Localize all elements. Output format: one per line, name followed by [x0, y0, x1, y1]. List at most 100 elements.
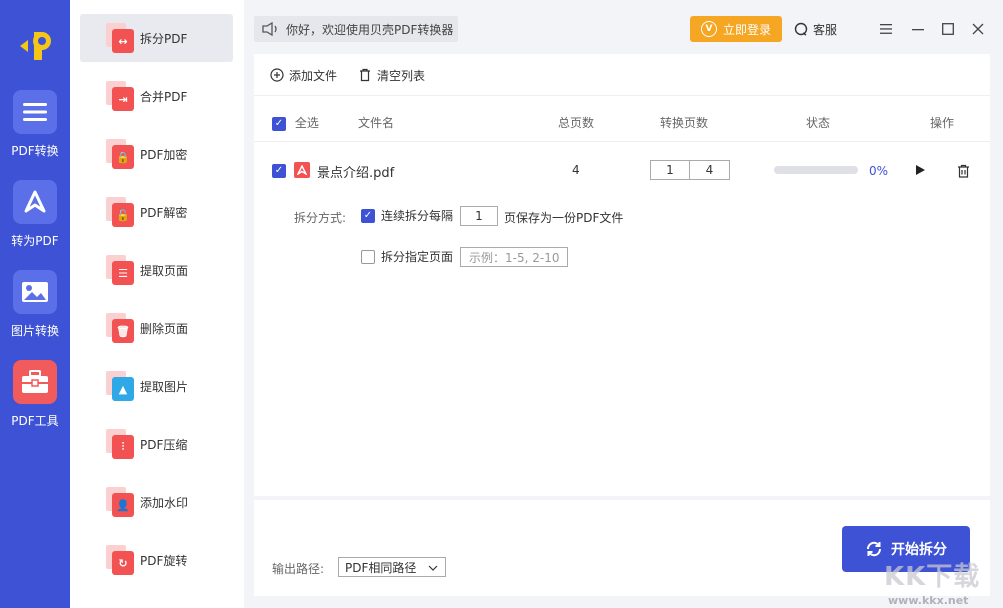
rail-item-label: 转为PDF [11, 234, 59, 248]
delete-file-button[interactable] [957, 164, 970, 181]
tool-extract-pages[interactable]: ☰ 提取页面 [80, 246, 233, 294]
left-rail: PDF转换 转为PDF 图片转换 PDF工具 [0, 0, 70, 608]
progress-bar [774, 166, 858, 174]
rail-item-pdf-tools[interactable]: PDF工具 [0, 360, 70, 444]
close-button[interactable] [966, 16, 990, 42]
play-button[interactable] [914, 164, 926, 179]
maximize-button[interactable] [936, 16, 960, 42]
clear-list-button[interactable]: 清空列表 [358, 66, 425, 84]
add-file-button[interactable]: 添加文件 [270, 66, 337, 84]
trash-icon [958, 164, 969, 178]
output-path-select[interactable]: PDF相同路径 [338, 557, 446, 577]
trash-icon [360, 68, 370, 82]
page-to-input[interactable]: 4 [689, 160, 730, 180]
play-icon [916, 165, 925, 175]
check-icon: ✓ [272, 163, 286, 178]
rail-item-image-convert[interactable]: 图片转换 [0, 270, 70, 354]
watermark-url: www.kkx.net [888, 594, 969, 607]
top-bar: 你好，欢迎使用贝壳PDF转换器 V 立即登录 客服 [254, 16, 990, 42]
progress-percent: 0% [869, 164, 889, 178]
tool-label: 合并PDF [140, 89, 188, 104]
table-row: ✓ 景点介绍.pdf 4 1 4 0% [254, 150, 990, 190]
split-option-specific[interactable]: 拆分指定页面 [361, 248, 453, 265]
tool-compress-pdf[interactable]: ⫶ PDF压缩 [80, 420, 233, 468]
select-all-checkbox[interactable]: ✓ 全选 [272, 114, 319, 131]
trash-icon: 🗑 [106, 313, 136, 343]
image-icon [13, 270, 57, 314]
login-button[interactable]: V 立即登录 [690, 16, 782, 42]
file-toolbar: 添加文件 清空列表 [254, 54, 990, 96]
minimize-button[interactable] [906, 16, 930, 42]
split-option-specific-label: 拆分指定页面 [381, 250, 454, 264]
vip-icon: V [700, 21, 717, 37]
rotate-icon: ↻ [106, 545, 136, 575]
welcome-text: 你好，欢迎使用贝壳PDF转换器 [286, 22, 454, 37]
tool-label: PDF压缩 [140, 437, 188, 452]
site-watermark: KK下载 www.kkx.net [860, 548, 1003, 608]
tool-extract-images[interactable]: ▲ 提取图片 [80, 362, 233, 410]
welcome-notice: 你好，欢迎使用贝壳PDF转换器 [254, 16, 458, 42]
close-icon [972, 23, 984, 35]
tool-label: 删除页面 [140, 321, 189, 336]
header-actions: 操作 [930, 116, 955, 130]
minimize-icon [912, 29, 924, 31]
pdf-symbol-icon [13, 180, 57, 224]
hamburger-icon [880, 24, 892, 34]
tool-rotate-pdf[interactable]: ↻ PDF旋转 [80, 536, 233, 584]
tool-label: PDF加密 [140, 147, 188, 162]
tool-merge-pdf[interactable]: ⇥ 合并PDF [80, 72, 233, 120]
watermark-text: KK下载 [884, 562, 981, 592]
unlock-icon: 🔓 [106, 197, 136, 227]
split-icon: ↔ [106, 23, 136, 53]
tool-label: PDF旋转 [140, 553, 188, 568]
pdf-file-icon [294, 162, 310, 178]
rail-item-label: PDF工具 [11, 414, 59, 428]
tool-label: 拆分PDF [140, 31, 188, 46]
menu-button[interactable] [874, 16, 898, 42]
split-option-continuous-suffix: 页保存为一份PDF文件 [504, 211, 624, 225]
header-total-pages: 总页数 [558, 116, 595, 130]
clear-list-label: 清空列表 [377, 68, 426, 83]
rail-item-to-pdf[interactable]: 转为PDF [0, 180, 70, 264]
login-label: 立即登录 [722, 22, 771, 37]
rail-item-pdf-convert[interactable]: PDF转换 [0, 90, 70, 174]
split-interval-input[interactable]: 1 [460, 206, 498, 226]
plus-circle-icon [270, 68, 284, 82]
check-icon: ✓ [361, 208, 375, 223]
select-all-label: 全选 [294, 116, 319, 130]
total-pages-value: 4 [572, 163, 580, 177]
split-method-label: 拆分方式: [294, 211, 347, 225]
list-icon [13, 90, 57, 134]
rail-item-label: 图片转换 [10, 324, 59, 338]
extract-pages-icon: ☰ [106, 255, 136, 285]
tool-label: 添加水印 [140, 495, 189, 510]
split-pages-input[interactable]: 示例：1-5, 2-10 [460, 247, 568, 267]
row-checkbox[interactable]: ✓ [272, 163, 286, 178]
image-extract-icon: ▲ [106, 371, 136, 401]
service-label: 客服 [813, 22, 838, 37]
stamp-icon: 👤 [106, 487, 136, 517]
page-from-input[interactable]: 1 [650, 160, 690, 180]
split-option-continuous[interactable]: ✓ 连续拆分每隔 [361, 207, 453, 224]
file-list-header: ✓ 全选 文件名 总页数 转换页数 状态 操作 [254, 100, 990, 142]
tool-add-watermark[interactable]: 👤 添加水印 [80, 478, 233, 526]
split-option-continuous-prefix: 连续拆分每隔 [381, 209, 454, 223]
rail-item-label: PDF转换 [11, 144, 59, 158]
add-file-label: 添加文件 [289, 68, 338, 83]
file-name: 景点介绍.pdf [317, 166, 395, 181]
tool-delete-pages[interactable]: 🗑 删除页面 [80, 304, 233, 352]
header-convert-pages: 转换页数 [660, 116, 709, 130]
tool-encrypt-pdf[interactable]: 🔒 PDF加密 [80, 130, 233, 178]
output-path-label: 输出路径: [272, 562, 325, 576]
check-icon: ✓ [272, 116, 286, 131]
merge-icon: ⇥ [106, 81, 136, 111]
tool-split-pdf[interactable]: ↔ 拆分PDF [80, 14, 233, 62]
output-path-value: PDF相同路径 [345, 560, 417, 575]
chevron-down-icon [428, 565, 438, 571]
header-filename: 文件名 [358, 116, 395, 130]
chat-bubble-icon [794, 22, 808, 36]
tool-decrypt-pdf[interactable]: 🔓 PDF解密 [80, 188, 233, 236]
app-logo-icon [20, 32, 51, 60]
customer-service-button[interactable]: 客服 [794, 16, 837, 42]
header-status: 状态 [806, 116, 831, 130]
